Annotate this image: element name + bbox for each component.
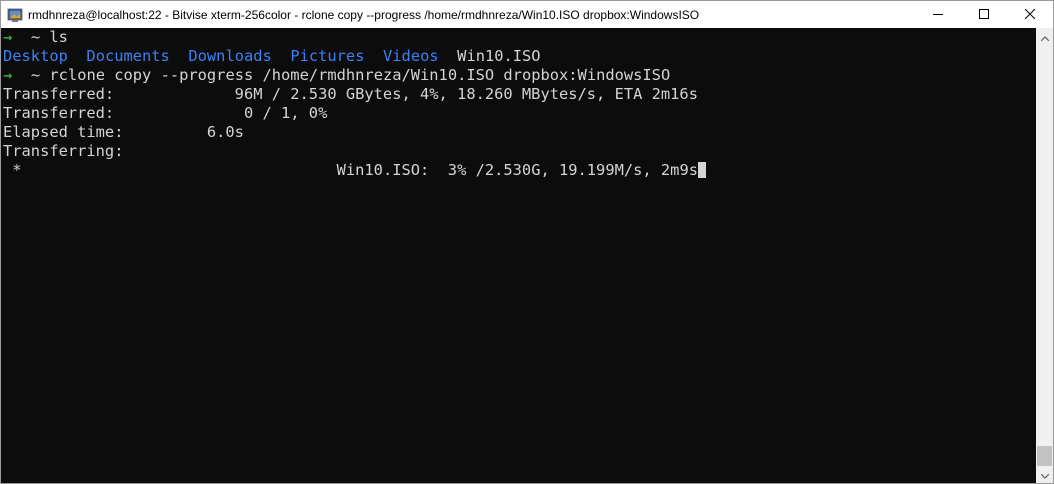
stat-label: Transferred: xyxy=(3,85,115,103)
terminal-window: rmdhnreza@localhost:22 - Bitvise xterm-2… xyxy=(0,0,1054,484)
stat-label: Transferring: xyxy=(3,142,124,160)
prompt-arrow: → xyxy=(3,28,13,46)
prompt-arrow: → xyxy=(3,66,13,84)
command-text: ls xyxy=(49,28,68,46)
transfer-item-text: Win10.ISO: 3% /2.530G, 19.199M/s, 2m9s xyxy=(336,161,698,179)
title-bar[interactable]: rmdhnreza@localhost:22 - Bitvise xterm-2… xyxy=(1,1,1053,28)
dir-entry: Pictures xyxy=(290,47,365,65)
bitvise-terminal-icon xyxy=(7,7,23,23)
terminal-line-ls-output: Desktop Documents Downloads Pictures Vid… xyxy=(1,47,1036,66)
terminal-line-transfer-item: * Win10.ISO: 3% /2.530G, 19.199M/s, 2m9s xyxy=(1,161,1036,180)
chevron-up-icon xyxy=(1040,28,1049,46)
transfer-item-marker: * xyxy=(12,161,22,179)
dir-entry: Documents xyxy=(86,47,170,65)
command-text: rclone copy --progress /home/rmdhnreza/W… xyxy=(49,66,671,84)
file-entry: Win10.ISO xyxy=(457,47,541,65)
stat-value: 96M / 2.530 GBytes, 4%, 18.260 MBytes/s,… xyxy=(234,85,698,103)
terminal-line-transferring: Transferring: xyxy=(1,142,1036,161)
window-controls xyxy=(915,1,1053,28)
dir-entry: Videos xyxy=(383,47,439,65)
prompt-dir: ~ xyxy=(30,28,41,46)
stat-value: 6.0s xyxy=(206,123,244,141)
minimize-icon xyxy=(933,6,943,24)
close-button[interactable] xyxy=(1007,1,1053,28)
stat-label: Transferred: xyxy=(3,104,115,122)
dir-entry: Downloads xyxy=(188,47,272,65)
terminal-line-rclone-command: → ~ rclone copy --progress /home/rmdhnre… xyxy=(1,66,1036,85)
chevron-down-icon xyxy=(1040,466,1049,484)
close-icon xyxy=(1024,6,1036,24)
terminal-line-transferred-bytes: Transferred: 96M / 2.530 GBytes, 4%, 18.… xyxy=(1,85,1036,104)
terminal-line-elapsed-time: Elapsed time: 6.0s xyxy=(1,123,1036,142)
scroll-down-arrow[interactable] xyxy=(1036,466,1053,483)
maximize-button[interactable] xyxy=(961,1,1007,28)
terminal-area[interactable]: → ~ ls Desktop Documents Downloads Pictu… xyxy=(1,28,1036,483)
dir-entry: Desktop xyxy=(3,47,68,65)
maximize-icon xyxy=(979,6,989,24)
terminal-line-transferred-files: Transferred: 0 / 1, 0% xyxy=(1,104,1036,123)
stat-label: Elapsed time: xyxy=(3,123,124,141)
terminal-cursor xyxy=(697,162,706,178)
scroll-up-arrow[interactable] xyxy=(1036,28,1053,45)
minimize-button[interactable] xyxy=(915,1,961,28)
vertical-scrollbar[interactable] xyxy=(1036,28,1053,483)
scroll-thumb[interactable] xyxy=(1037,446,1052,466)
terminal-line-ls-command: → ~ ls xyxy=(1,28,1036,47)
window-title: rmdhnreza@localhost:22 - Bitvise xterm-2… xyxy=(28,7,700,22)
prompt-dir: ~ xyxy=(30,66,41,84)
stat-value: 0 / 1, 0% xyxy=(243,104,328,122)
